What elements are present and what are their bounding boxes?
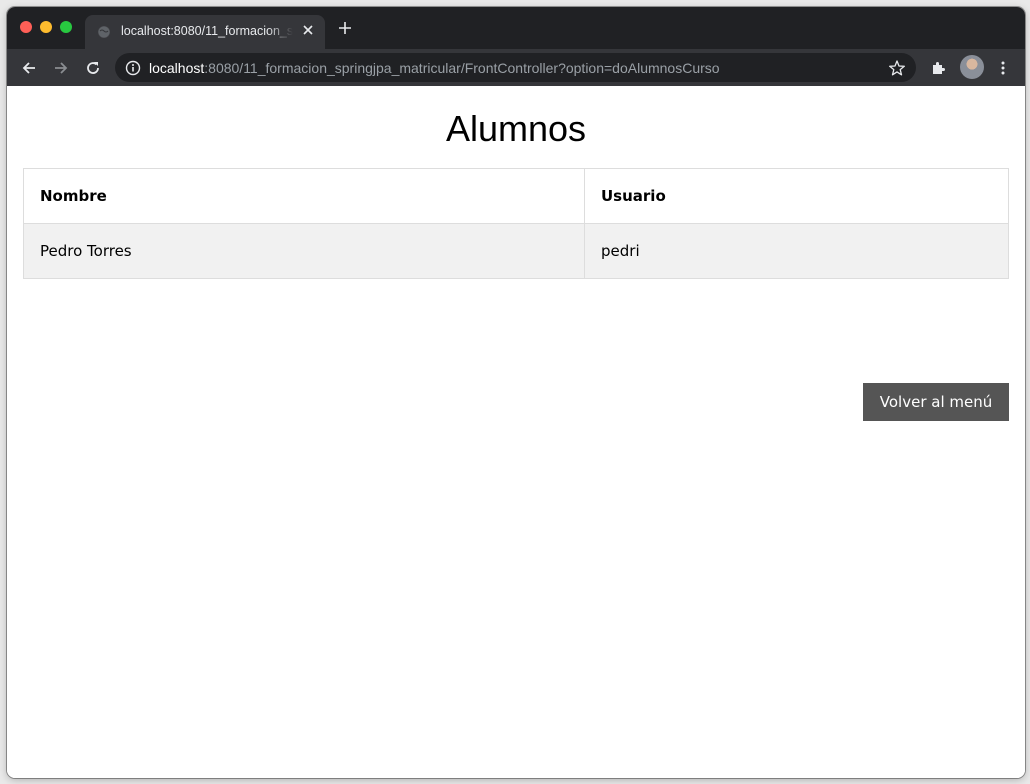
close-window-button[interactable] <box>20 21 32 33</box>
active-tab[interactable]: localhost:8080/11_formacion_springjpa_ma… <box>85 15 325 49</box>
star-icon[interactable] <box>888 59 906 77</box>
tab-title: localhost:8080/11_formacion_springjpa_ma… <box>121 24 293 38</box>
info-icon[interactable] <box>125 60 141 76</box>
table-row: Pedro Torres pedri <box>23 223 1009 279</box>
students-table: Nombre Usuario Pedro Torres pedri <box>23 168 1009 279</box>
column-header-nombre: Nombre <box>23 168 585 224</box>
url-text: localhost:8080/11_formacion_springjpa_ma… <box>149 60 720 76</box>
close-icon[interactable] <box>300 23 316 39</box>
back-arrow-icon[interactable] <box>18 57 40 79</box>
extensions-icon[interactable] <box>927 57 949 79</box>
column-header-usuario: Usuario <box>584 168 1009 224</box>
url-host: localhost <box>149 60 205 76</box>
minimize-window-button[interactable] <box>40 21 52 33</box>
globe-icon <box>98 26 110 38</box>
url-path: :8080/11_formacion_springjpa_matricular/… <box>204 60 720 76</box>
browser-toolbar: localhost:8080/11_formacion_springjpa_ma… <box>7 49 1025 86</box>
page-title: Alumnos <box>445 108 587 149</box>
table-header-row: Nombre Usuario <box>23 168 1009 224</box>
page-content: Alumnos Nombre Usuario Pedro Torres pedr… <box>7 86 1025 778</box>
cell-usuario: pedri <box>584 223 1009 279</box>
plus-icon[interactable] <box>337 21 353 37</box>
maximize-window-button[interactable] <box>60 21 72 33</box>
more-menu-icon[interactable] <box>992 57 1014 79</box>
browser-window: localhost:8080/11_formacion_springjpa_ma… <box>7 7 1025 778</box>
profile-avatar[interactable] <box>960 55 984 79</box>
tab-strip: localhost:8080/11_formacion_springjpa_ma… <box>7 7 1025 49</box>
forward-arrow-icon[interactable] <box>50 57 72 79</box>
cell-nombre: Pedro Torres <box>23 223 585 279</box>
address-bar[interactable]: localhost:8080/11_formacion_springjpa_ma… <box>115 53 916 82</box>
back-to-menu-button[interactable]: Volver al menú <box>863 383 1009 421</box>
reload-icon[interactable] <box>82 57 104 79</box>
